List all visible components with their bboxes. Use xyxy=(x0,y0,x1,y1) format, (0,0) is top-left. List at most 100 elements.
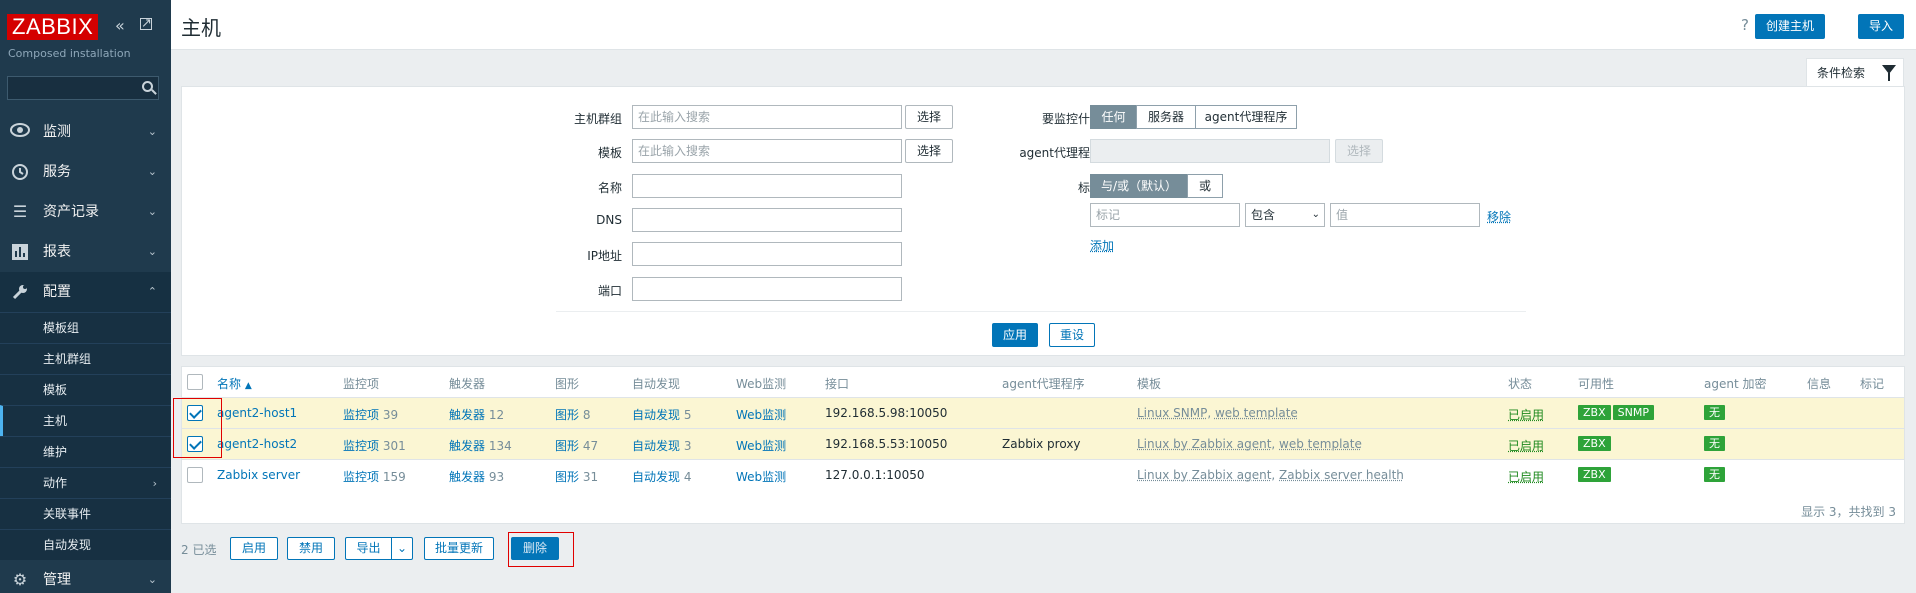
host-name-link[interactable]: agent2-host1 xyxy=(217,406,297,420)
discovery-cell[interactable]: 自动发现 3 xyxy=(632,437,691,454)
templates-select-button[interactable]: 选择 xyxy=(905,139,953,163)
discovery-link[interactable]: 自动发现 xyxy=(632,470,680,484)
row-checkbox[interactable] xyxy=(187,467,203,483)
mass-update-button[interactable]: 批量更新 xyxy=(424,537,494,560)
triggers-cell[interactable]: 触发器 93 xyxy=(449,468,504,485)
reset-button[interactable]: 重设 xyxy=(1049,323,1096,347)
tag-name-input[interactable]: 标记 xyxy=(1090,203,1240,227)
items-link[interactable]: 监控项 xyxy=(343,470,379,484)
enable-button[interactable]: 启用 xyxy=(230,537,278,560)
web-link[interactable]: Web监测 xyxy=(736,468,786,485)
submenu-item-hosts[interactable]: 主机 xyxy=(0,405,171,436)
proxy-select-button: 选择 xyxy=(1335,139,1383,163)
items-link[interactable]: 监控项 xyxy=(343,439,379,453)
status-link[interactable]: 已启用 xyxy=(1508,406,1544,423)
menu-item-administration[interactable]: ⚙ 管理 ⌄ xyxy=(0,560,171,593)
submenu-item-discovery[interactable]: 自动发现 xyxy=(0,529,171,560)
triggers-link[interactable]: 触发器 xyxy=(449,439,485,453)
monitored-by-any[interactable]: 任何 xyxy=(1090,105,1137,129)
submenu-item-templates[interactable]: 模板 xyxy=(0,374,171,405)
expand-icon[interactable]: ↗ xyxy=(140,17,152,30)
col-availability: 可用性 xyxy=(1578,377,1615,391)
discovery-link[interactable]: 自动发现 xyxy=(632,439,680,453)
help-icon[interactable]: ? xyxy=(1741,16,1749,34)
status-link[interactable]: 已启用 xyxy=(1508,437,1544,454)
template-link[interactable]: Linux SNMP xyxy=(1137,406,1207,420)
triggers-link[interactable]: 触发器 xyxy=(449,408,485,422)
menu-item-monitoring[interactable]: 监测 ⌄ xyxy=(0,112,171,152)
graphs-cell[interactable]: 图形 8 xyxy=(555,406,590,423)
disable-button[interactable]: 禁用 xyxy=(287,537,335,560)
filter-tab[interactable]: 条件检索 xyxy=(1806,58,1904,86)
host-groups-select-button[interactable]: 选择 xyxy=(905,105,953,129)
installation-subtitle: Composed installation xyxy=(8,47,131,60)
port-input[interactable] xyxy=(632,277,902,301)
tag-operator-select[interactable]: 包含 ⌄ xyxy=(1245,203,1325,227)
items-link[interactable]: 监控项 xyxy=(343,408,379,422)
monitored-by-server[interactable]: 服务器 xyxy=(1136,105,1196,129)
graphs-link[interactable]: 图形 xyxy=(555,408,579,422)
template-link[interactable]: web template xyxy=(1215,406,1298,420)
tags-operator-and-or[interactable]: 与/或（默认） xyxy=(1090,174,1188,198)
graphs-link[interactable]: 图形 xyxy=(555,470,579,484)
items-cell[interactable]: 监控项 159 xyxy=(343,468,406,485)
graphs-link[interactable]: 图形 xyxy=(555,439,579,453)
menu-item-inventory[interactable]: ☰ 资产记录 ⌄ xyxy=(0,192,171,232)
items-cell[interactable]: 监控项 39 xyxy=(343,406,398,423)
col-name[interactable]: 名称 ▲ xyxy=(217,375,252,392)
import-button[interactable]: 导入 xyxy=(1857,14,1904,39)
discovery-link[interactable]: 自动发现 xyxy=(632,408,680,422)
name-input[interactable] xyxy=(632,174,902,198)
discovery-cell[interactable]: 自动发现 5 xyxy=(632,406,691,423)
export-menu-button[interactable]: ⌄ xyxy=(391,537,413,560)
graphs-cell[interactable]: 图形 47 xyxy=(555,437,598,454)
export-button[interactable]: 导出 xyxy=(345,537,392,560)
dns-input[interactable] xyxy=(632,208,902,232)
tags-operator-or[interactable]: 或 xyxy=(1187,174,1223,198)
double-chevron-left-icon[interactable]: « xyxy=(115,16,125,35)
host-groups-input[interactable]: 在此输入搜索 xyxy=(632,105,902,129)
submenu-item-event-correlation[interactable]: 关联事件 xyxy=(0,498,171,529)
graphs-cell[interactable]: 图形 31 xyxy=(555,468,598,485)
status-link[interactable]: 已启用 xyxy=(1508,468,1544,485)
create-host-button[interactable]: 创建主机 xyxy=(1754,14,1825,39)
table-row[interactable]: Zabbix server 监控项 159 触发器 93 图形 31 自动发现 … xyxy=(182,459,1904,490)
menu-item-reports[interactable]: 报表 ⌄ xyxy=(0,232,171,272)
tag-value-input[interactable]: 值 xyxy=(1330,203,1480,227)
filter-tab-label: 条件检索 xyxy=(1817,66,1866,80)
search-icon[interactable] xyxy=(142,81,153,92)
triggers-cell[interactable]: 触发器 12 xyxy=(449,406,504,423)
apply-button[interactable]: 应用 xyxy=(992,323,1039,347)
items-cell[interactable]: 监控项 301 xyxy=(343,437,406,454)
zabbix-logo[interactable]: ZABBIX xyxy=(7,14,99,40)
table-row[interactable]: agent2-host2 监控项 301 触发器 134 图形 47 自动发现 … xyxy=(182,428,1904,459)
triggers-cell[interactable]: 触发器 134 xyxy=(449,437,512,454)
template-link[interactable]: Linux by Zabbix agent xyxy=(1137,468,1271,482)
submenu-item-host-groups[interactable]: 主机群组 xyxy=(0,343,171,374)
submenu-item-maintenance[interactable]: 维护 xyxy=(0,436,171,467)
sidebar-search-input[interactable] xyxy=(7,76,159,100)
table-row[interactable]: agent2-host1 监控项 39 触发器 12 图形 8 自动发现 5 W… xyxy=(182,397,1904,428)
menu-item-services[interactable]: 服务 ⌄ xyxy=(0,152,171,192)
chevron-up-icon: ⌃ xyxy=(147,285,157,298)
host-name-link[interactable]: Zabbix server xyxy=(217,468,300,482)
monitored-by-proxy[interactable]: agent代理程序 xyxy=(1195,105,1297,129)
web-link[interactable]: Web监测 xyxy=(736,437,786,454)
ip-input[interactable] xyxy=(632,242,902,266)
select-all-checkbox[interactable] xyxy=(187,374,203,390)
remove-tag-link[interactable]: 移除 xyxy=(1487,208,1511,225)
col-graphs: 图形 xyxy=(555,377,580,391)
submenu-item-template-groups[interactable]: 模板组 xyxy=(0,312,171,343)
graphs-count: 31 xyxy=(582,470,599,484)
templates-input[interactable]: 在此输入搜索 xyxy=(632,139,902,163)
host-name-link[interactable]: agent2-host2 xyxy=(217,437,297,451)
template-link[interactable]: Linux by Zabbix agent xyxy=(1137,437,1271,451)
submenu-item-actions[interactable]: 动作 › xyxy=(0,467,171,498)
add-tag-link[interactable]: 添加 xyxy=(1090,237,1114,254)
triggers-link[interactable]: 触发器 xyxy=(449,470,485,484)
template-link[interactable]: Zabbix server health xyxy=(1279,468,1404,482)
web-link[interactable]: Web监测 xyxy=(736,406,786,423)
discovery-cell[interactable]: 自动发现 4 xyxy=(632,468,691,485)
menu-item-configuration[interactable]: 配置 ⌃ xyxy=(0,272,171,312)
template-link[interactable]: web template xyxy=(1279,437,1362,451)
